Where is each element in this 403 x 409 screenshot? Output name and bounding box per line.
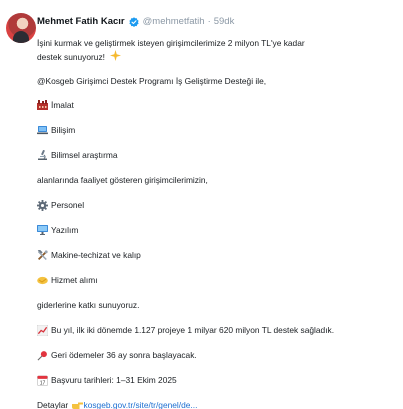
gear-icon [37, 200, 48, 211]
author-handle[interactable]: @mehmetfatih [143, 16, 205, 28]
dates-text: Başvuru tarihleri: 1–31 Ekim 2025 [51, 375, 177, 385]
calendar-icon: 17 [37, 375, 48, 386]
sector-label-3: Bilimsel araştırma [51, 150, 118, 160]
factory-icon [37, 100, 48, 110]
expense-label-2: Yazılım [51, 225, 79, 235]
intro-text-2: destek sunuyoruz! [37, 52, 105, 62]
expense-label-1: Personel [51, 200, 85, 210]
expenses-outro-line: giderlerine katkı sunuyoruz. [37, 300, 139, 311]
verified-badge-icon [129, 17, 139, 27]
avatar[interactable] [6, 13, 36, 43]
expense-label-4: Hizmet alımı [51, 275, 98, 285]
chart-increasing-icon [37, 325, 48, 336]
intro-text-1: İşini kurmak ve geliştirmek isteyen giri… [37, 38, 305, 48]
dates-line: 17 Başvuru tarihleri: 1–31 Ekim 2025 [37, 375, 177, 386]
details-line: Detaylar kosgeb.gov.tr/site/tr/genel/de.… [37, 400, 197, 409]
header-separator: · [207, 16, 211, 27]
details-label: Detaylar [37, 400, 69, 409]
sector-item-2: Bilişim [37, 125, 75, 136]
expense-item-2: Yazılım [37, 225, 78, 236]
sparkles-icon [110, 50, 122, 64]
laptop-icon [37, 125, 48, 135]
tweet-timestamp[interactable]: 59dk [214, 16, 235, 28]
svg-text:17: 17 [40, 380, 46, 386]
program-text: @Kosgeb Girişimci Destek Programı İş Gel… [37, 76, 267, 86]
expenses-outro-text: giderlerine katkı sunuyoruz. [37, 300, 140, 310]
intro-line-2: destek sunuyoruz! [37, 50, 124, 64]
desktop-computer-icon [37, 225, 48, 235]
expense-item-4: Hizmet alımı [37, 275, 98, 286]
hammer-wrench-icon [37, 250, 48, 261]
pointing-hand-icon [71, 400, 83, 409]
stat-text: Bu yıl, ilk iki dönemde 1.127 projeye 1 … [51, 325, 335, 335]
repayment-text: Geri ödemeler 36 ay sonra başlayacak. [51, 350, 197, 360]
tweet-card: Mehmet Fatih Kacır @mehmetfatih · 59dk İ… [0, 0, 403, 409]
sectors-outro-text: alanlarında faaliyet gösteren girişimcil… [37, 175, 208, 185]
tweet-header: Mehmet Fatih Kacır @mehmetfatih · 59dk [37, 16, 234, 28]
sector-item-1: İmalat [37, 100, 74, 111]
intro-line-1: İşini kurmak ve geliştirmek isteyen giri… [37, 38, 305, 49]
details-link[interactable]: kosgeb.gov.tr/site/tr/genel/de... [84, 400, 198, 409]
sector-item-3: Bilimsel araştırma [37, 150, 118, 161]
pushpin-icon [37, 350, 48, 361]
microscope-icon [37, 150, 48, 160]
expense-item-1: Personel [37, 200, 84, 211]
expense-item-3: Makine-techizat ve kalıp [37, 250, 141, 261]
sector-label-2: Bilişim [51, 125, 76, 135]
program-line: @Kosgeb Girişimci Destek Programı İş Gel… [37, 76, 266, 87]
repayment-line: Geri ödemeler 36 ay sonra başlayacak. [37, 350, 197, 361]
sectors-outro-line: alanlarında faaliyet gösteren girişimcil… [37, 175, 208, 186]
author-name[interactable]: Mehmet Fatih Kacır [37, 16, 125, 28]
sector-label-1: İmalat [51, 100, 74, 110]
stat-line: Bu yıl, ilk iki dönemde 1.127 projeye 1 … [37, 325, 334, 336]
handshake-icon [37, 275, 48, 285]
expense-label-3: Makine-techizat ve kalıp [51, 250, 141, 260]
